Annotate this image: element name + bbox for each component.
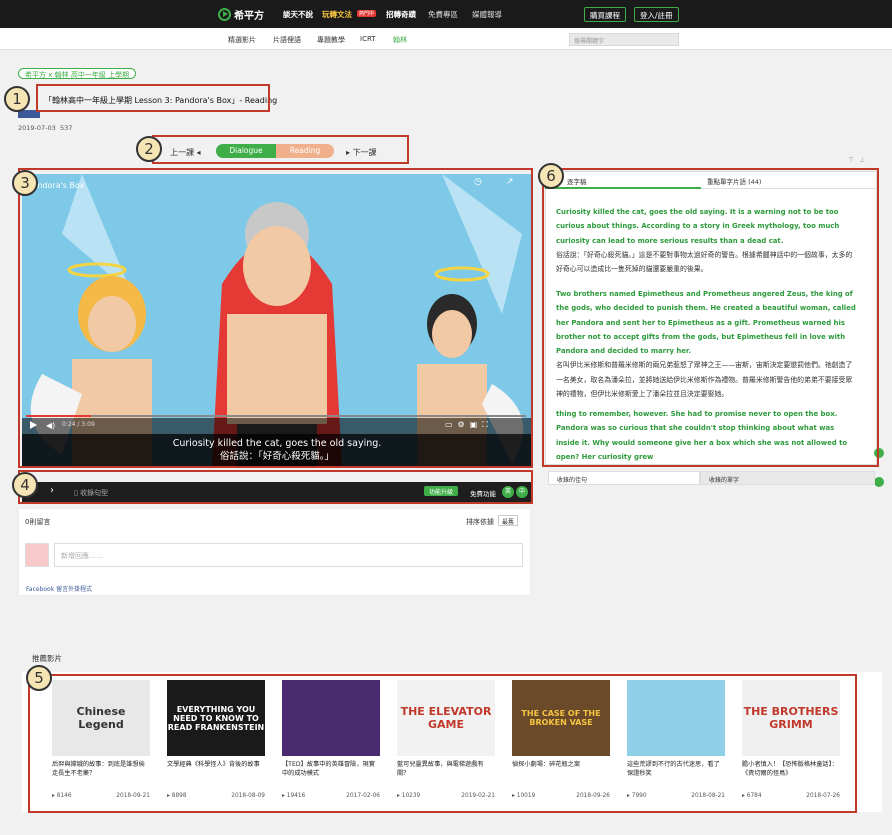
search-input[interactable]: 搜尋關鍵字 [569, 33, 679, 46]
avatar [25, 543, 49, 567]
comment-input[interactable]: 新增回應…… [54, 543, 523, 567]
recommended-title: 推薦影片 [32, 654, 62, 663]
buy-course-button[interactable]: 購買課程 [584, 7, 626, 22]
subnav-item-icrt[interactable]: ICRT [360, 35, 376, 43]
tab-saved-sentences[interactable]: 收錄的佳句 [548, 471, 700, 485]
login-button[interactable]: 登入/註冊 [634, 7, 679, 22]
nav-item-media[interactable]: 媒體報導 [472, 9, 502, 20]
site-logo-text: 希平方 [234, 10, 264, 22]
publish-date: 2019-07-03 [18, 124, 56, 132]
annotation-number: 2 [136, 136, 162, 162]
subnav-item-featured[interactable]: 精選影片 [228, 35, 256, 45]
tab-saved-vocab[interactable]: 收錄的單字 [700, 471, 875, 485]
nav-item-grammar[interactable]: 玩轉文法 [322, 9, 352, 20]
annotation-box-video [18, 168, 533, 468]
annotation-number: 3 [12, 170, 38, 196]
annotation-number: 5 [26, 665, 52, 691]
nav-item-talk[interactable]: 談天不說 [283, 9, 313, 20]
sub-navbar [0, 28, 892, 50]
annotation-box-toolbar [18, 470, 533, 504]
annotation-box-title [36, 84, 270, 112]
filter-icons[interactable]: ⊤⊥ [848, 156, 870, 164]
annotation-number: 4 [12, 472, 38, 498]
nav-item-miracle[interactable]: 招轉奇蹟 [386, 9, 416, 20]
annotation-number: 1 [4, 86, 30, 112]
nav-item-free[interactable]: 免費專區 [428, 9, 458, 20]
view-count: 537 [60, 124, 73, 132]
annotation-box-transcript [542, 168, 879, 467]
play-logo-icon [218, 7, 231, 21]
scroll-down-icon[interactable] [874, 477, 884, 487]
subnav-item-topics[interactable]: 專題教學 [317, 35, 345, 45]
subnav-item-hanlin[interactable]: 翰林 [393, 35, 407, 45]
annotation-box-lesson-nav [152, 135, 409, 164]
site-logo[interactable]: 希平方 [218, 6, 264, 22]
sort-select[interactable]: 最舊 [498, 515, 519, 526]
sort-label: 排序依據 [466, 518, 494, 526]
annotation-number: 6 [538, 163, 564, 189]
facebook-plugin-link[interactable]: Facebook 留言外掛程式 [26, 584, 92, 593]
breadcrumb[interactable]: 希平方 x 翰林 高中一年級 上學期 [18, 68, 137, 79]
annotation-box-recommended [28, 674, 857, 813]
hot-badge: 熱門中 [357, 10, 377, 17]
comment-count: 0則留言 [25, 518, 51, 526]
subnav-item-phrases[interactable]: 片語俚語 [273, 35, 301, 45]
